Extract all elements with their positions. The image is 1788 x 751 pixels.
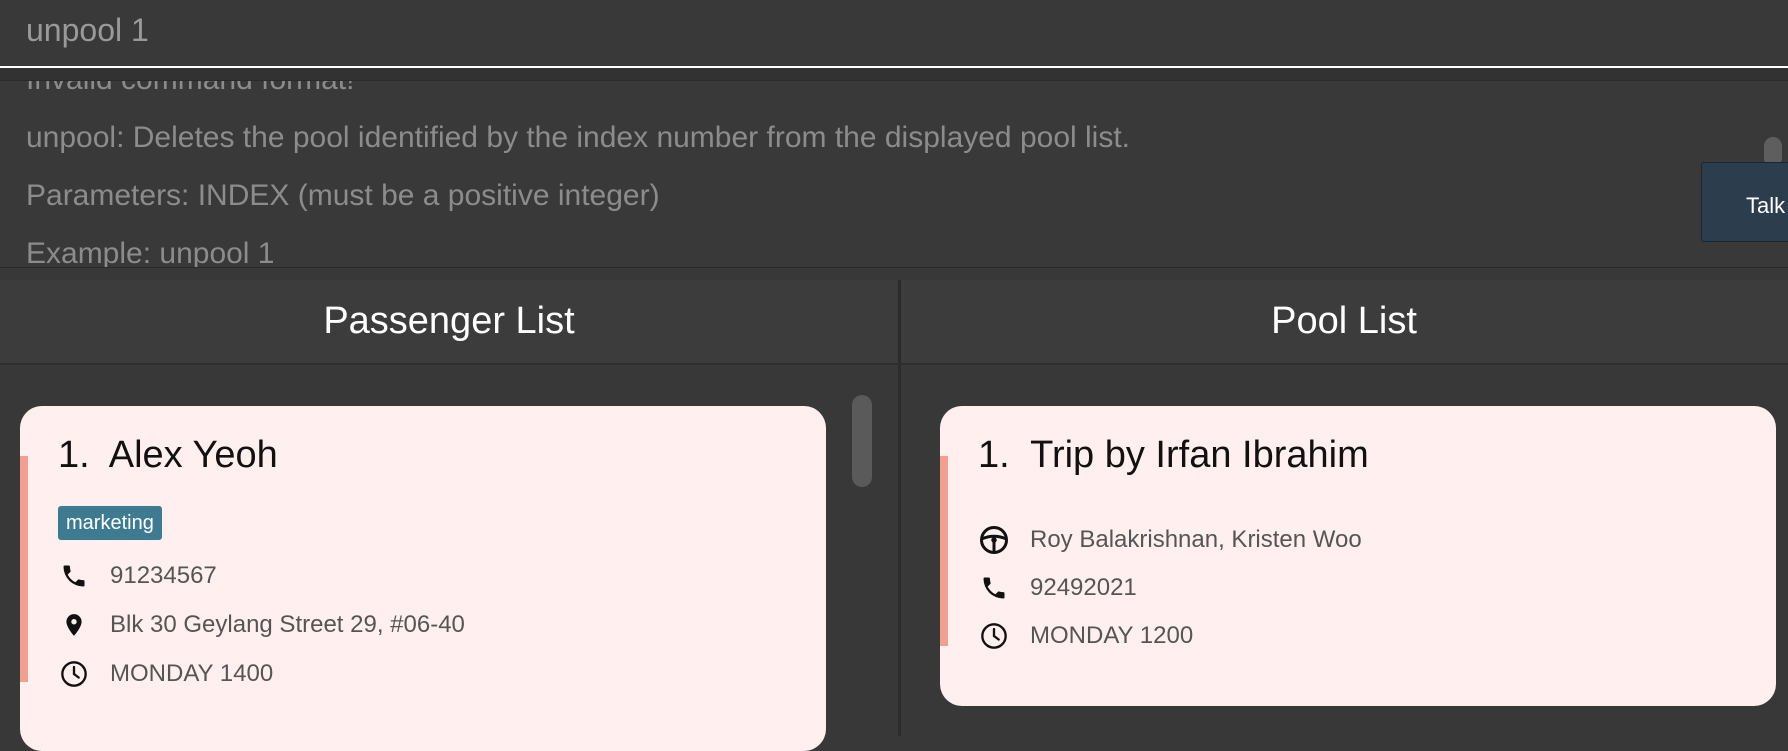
passenger-list-scrollbar[interactable] <box>852 395 872 487</box>
result-line: Invalid command format! <box>26 81 1726 109</box>
pool-time-row: MONDAY 1200 <box>978 620 1193 652</box>
clock-icon <box>58 658 90 690</box>
talk-button-label: Talk <box>1746 193 1786 218</box>
tag-label: marketing <box>66 511 154 534</box>
tag-badge: marketing <box>58 506 162 540</box>
pool-card[interactable]: 1. Trip by Irfan Ibrahim Roy Balakrishna… <box>940 406 1776 706</box>
card-accent <box>940 456 948 646</box>
separator <box>0 68 1788 80</box>
result-line: unpool: Deletes the pool identified by t… <box>26 121 1131 154</box>
clock-icon <box>978 620 1010 652</box>
talk-button[interactable]: Talk <box>1701 162 1788 242</box>
command-input[interactable] <box>26 10 1726 50</box>
card-accent <box>20 456 28 682</box>
pool-passengers: Roy Balakrishnan, Kristen Woo <box>1030 526 1362 553</box>
pool-phone-row: 92492021 <box>978 572 1137 604</box>
passenger-card-title: 1. Alex Yeoh <box>58 434 278 477</box>
steering-wheel-icon <box>978 524 1010 556</box>
passenger-address: Blk 30 Geylang Street 29, #06-40 <box>110 611 465 638</box>
pool-title: Trip by Irfan Ibrahim <box>1030 434 1369 476</box>
pool-index: 1. <box>978 434 1010 476</box>
pool-time: MONDAY 1200 <box>1030 622 1194 649</box>
result-line: Example: unpool 1 <box>26 237 275 268</box>
passenger-address-row: Blk 30 Geylang Street 29, #06-40 <box>58 609 465 641</box>
location-pin-icon <box>58 609 90 641</box>
result-display[interactable]: Invalid command format! unpool: Deletes … <box>0 80 1788 268</box>
passenger-phone-row: 91234567 <box>58 560 217 592</box>
passenger-list-header: Passenger List <box>0 280 898 365</box>
phone-icon <box>58 560 90 592</box>
result-text: Invalid command format! unpool: Deletes … <box>26 81 1726 268</box>
passenger-list-title: Passenger List <box>323 300 575 342</box>
passenger-time-row: MONDAY 1400 <box>58 658 273 690</box>
passenger-name: Alex Yeoh <box>108 434 278 476</box>
passenger-phone: 91234567 <box>110 562 217 589</box>
passenger-index: 1. <box>58 434 90 476</box>
passenger-card[interactable]: 1. Alex Yeoh marketing 91234567 Blk 30 G… <box>20 406 826 751</box>
pool-list-header: Pool List <box>900 280 1788 365</box>
pool-card-title: 1. Trip by Irfan Ibrahim <box>978 434 1369 477</box>
pool-passengers-row: Roy Balakrishnan, Kristen Woo <box>978 524 1362 556</box>
pool-phone: 92492021 <box>1030 574 1137 601</box>
command-box <box>0 0 1788 68</box>
passenger-time: MONDAY 1400 <box>110 660 274 687</box>
pool-list-title: Pool List <box>1271 300 1417 342</box>
phone-icon <box>978 572 1010 604</box>
result-line: Parameters: INDEX (must be a positive in… <box>26 179 660 212</box>
